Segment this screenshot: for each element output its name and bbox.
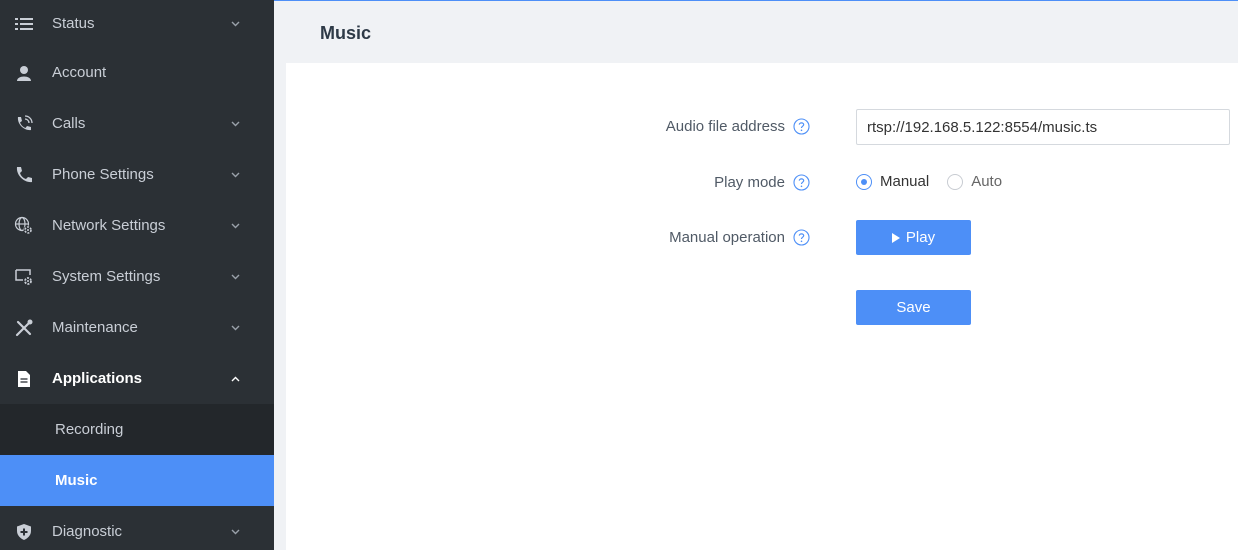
help-icon[interactable] bbox=[793, 174, 810, 191]
shield-icon bbox=[14, 522, 34, 542]
sidebar-item-label: Network Settings bbox=[52, 217, 166, 234]
sidebar-item-maintenance[interactable]: Maintenance bbox=[0, 302, 274, 353]
sidebar-item-phone-settings[interactable]: Phone Settings bbox=[0, 149, 274, 200]
play-mode-manual-radio[interactable]: Manual bbox=[856, 173, 929, 190]
radio-unchecked-icon bbox=[947, 173, 964, 190]
play-icon bbox=[891, 232, 900, 243]
page-title: Music bbox=[320, 23, 372, 43]
manual-operation-label-row: Manual operation bbox=[669, 229, 810, 246]
play-mode-label: Play mode bbox=[714, 174, 785, 191]
user-icon bbox=[14, 63, 34, 83]
sidebar-item-label: Applications bbox=[52, 370, 143, 387]
radio-checked-icon bbox=[856, 173, 872, 190]
sidebar-subitem-label: Music bbox=[55, 472, 98, 489]
radio-label: Auto bbox=[971, 173, 1003, 190]
sidebar-item-label: Maintenance bbox=[52, 319, 138, 336]
audio-file-address-input[interactable] bbox=[856, 109, 1230, 145]
sidebar-item-network-settings[interactable]: Network Settings bbox=[0, 200, 274, 251]
sidebar-item-diagnostic[interactable]: Diagnostic bbox=[0, 506, 274, 550]
chevron-down-icon bbox=[230, 272, 240, 282]
sidebar-item-account[interactable]: Account bbox=[0, 47, 274, 98]
sidebar-subitem-music[interactable]: Music bbox=[0, 455, 274, 506]
sidebar-subitem-label: Recording bbox=[55, 421, 124, 438]
document-icon bbox=[14, 369, 34, 389]
radio-label: Manual bbox=[880, 173, 930, 190]
sidebar-item-label: Diagnostic bbox=[52, 523, 123, 540]
sidebar-item-label: System Settings bbox=[52, 268, 161, 285]
main-area: Music Audio file address Play mode Manua… bbox=[274, 0, 1238, 550]
play-mode-auto-radio[interactable]: Auto bbox=[947, 173, 1002, 190]
sidebar: Status Account Calls Phone Settings Netw… bbox=[0, 0, 274, 550]
tools-icon bbox=[14, 318, 34, 338]
chevron-down-icon bbox=[230, 323, 240, 333]
sidebar-item-label: Calls bbox=[52, 115, 86, 132]
monitor-gear-icon bbox=[14, 267, 34, 287]
sidebar-item-status[interactable]: Status bbox=[0, 0, 274, 47]
sidebar-item-label: Phone Settings bbox=[52, 166, 154, 183]
content-panel: Audio file address Play mode Manual bbox=[286, 63, 1238, 550]
chevron-down-icon bbox=[230, 19, 240, 29]
app-window: Status Account Calls Phone Settings Netw… bbox=[0, 0, 1238, 550]
chevron-down-icon bbox=[230, 119, 240, 129]
play-button-label: Play bbox=[905, 229, 936, 246]
sidebar-item-applications[interactable]: Applications bbox=[0, 353, 274, 404]
help-icon[interactable] bbox=[793, 229, 810, 246]
sidebar-item-label: Account bbox=[52, 64, 107, 81]
sidebar-item-calls[interactable]: Calls bbox=[0, 98, 274, 149]
list-icon bbox=[14, 14, 34, 34]
save-button[interactable]: Save bbox=[856, 290, 971, 325]
network-gear-icon bbox=[14, 216, 34, 236]
audio-file-label: Audio file address bbox=[665, 118, 785, 135]
chevron-down-icon bbox=[230, 527, 240, 537]
phone-icon bbox=[14, 165, 34, 185]
play-button[interactable]: Play bbox=[856, 220, 971, 255]
play-mode-radio-group: Manual Auto bbox=[856, 173, 1020, 190]
audio-file-label-row: Audio file address bbox=[666, 118, 810, 135]
page-header: Music bbox=[274, 1, 1238, 63]
sidebar-subitem-recording[interactable]: Recording bbox=[0, 404, 274, 455]
sidebar-item-system-settings[interactable]: System Settings bbox=[0, 251, 274, 302]
manual-operation-label: Manual operation bbox=[669, 229, 785, 246]
chevron-down-icon bbox=[230, 170, 240, 180]
help-icon[interactable] bbox=[793, 118, 810, 135]
sidebar-item-label: Status bbox=[52, 15, 95, 32]
play-mode-label-row: Play mode bbox=[714, 174, 810, 191]
phone-ring-icon bbox=[14, 114, 34, 134]
chevron-down-icon bbox=[230, 221, 240, 231]
chevron-up-icon bbox=[230, 374, 240, 384]
